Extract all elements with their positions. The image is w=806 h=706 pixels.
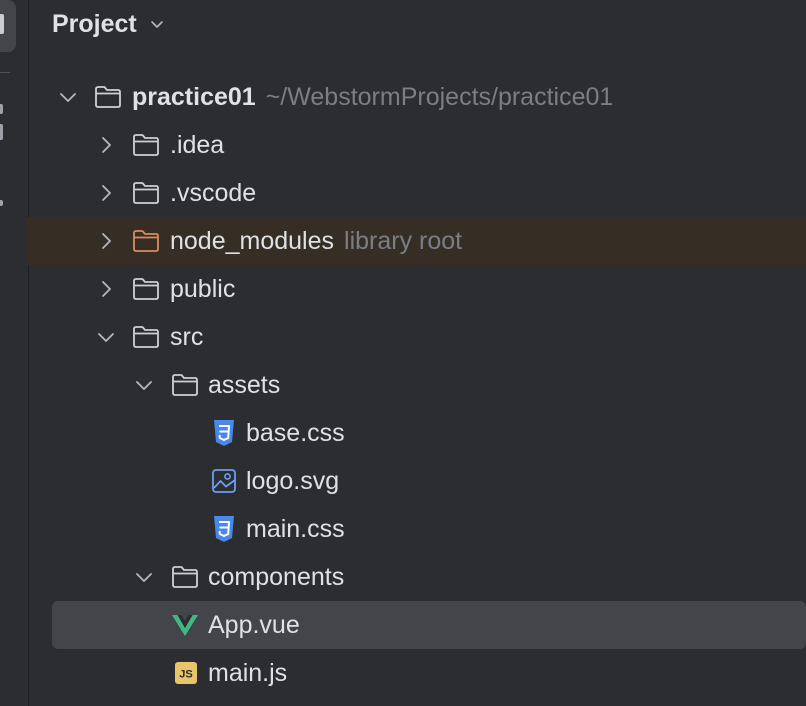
tree-item-label: .idea [170, 130, 225, 159]
chevron-down-icon[interactable] [133, 374, 155, 396]
chevron-right-icon[interactable] [95, 278, 117, 300]
tree-item-label: components [208, 562, 345, 591]
chevron-right-icon[interactable] [95, 182, 117, 204]
folder-icon [132, 275, 160, 303]
chevron-right-icon[interactable] [95, 230, 117, 252]
chevron-right-icon[interactable] [95, 134, 117, 156]
tree-row-app-vue[interactable]: App.vue [52, 601, 806, 649]
commit-tool-icon[interactable] [0, 124, 3, 140]
folder-icon [171, 371, 199, 399]
panel-title: Project [52, 9, 137, 38]
tree-row-base-css[interactable]: base.css [28, 409, 806, 457]
tree-row-idea[interactable]: .idea [28, 121, 806, 169]
more-tools-icon[interactable] [0, 200, 3, 206]
tree-item-label: main.js [208, 658, 288, 687]
tree-item-label: logo.svg [246, 466, 340, 495]
tree-item-label: practice01 [132, 82, 256, 111]
structure-tool-icon[interactable] [0, 104, 3, 114]
image-file-icon [210, 467, 238, 495]
tree-item-label: .vscode [170, 178, 257, 207]
tree-row-src[interactable]: src [28, 313, 806, 361]
tree-row-vscode[interactable]: .vscode [28, 169, 806, 217]
tree-item-label: App.vue [208, 610, 300, 639]
tree-row-main-css[interactable]: main.css [28, 505, 806, 553]
folder-icon [171, 563, 199, 591]
folder-icon [132, 131, 160, 159]
tree-row-logo-svg[interactable]: logo.svg [28, 457, 806, 505]
chevron-down-icon[interactable] [57, 86, 79, 108]
strip-separator [0, 72, 10, 73]
project-tool-icon [0, 14, 4, 34]
tree-row-assets[interactable]: assets [28, 361, 806, 409]
project-view-header[interactable]: Project [52, 8, 165, 40]
folder-icon [132, 179, 160, 207]
library-folder-icon [132, 227, 160, 255]
css-file-icon [210, 515, 238, 543]
tree-item-label: assets [208, 370, 281, 399]
tree-row-public[interactable]: public [28, 265, 806, 313]
tree-item-label: node_modules [170, 226, 335, 255]
tool-window-strip [0, 0, 29, 706]
chevron-down-icon[interactable] [149, 16, 165, 32]
chevron-down-icon[interactable] [95, 326, 117, 348]
chevron-down-icon[interactable] [133, 566, 155, 588]
js-file-icon: JS [172, 659, 200, 687]
css-file-icon [210, 419, 238, 447]
folder-icon [94, 83, 122, 111]
vue-file-icon [171, 611, 199, 639]
tree-item-label: src [170, 322, 204, 351]
tree-row-main-js[interactable]: JS main.js [28, 649, 806, 697]
tree-row-node-modules[interactable]: node_modules library root [28, 217, 806, 265]
tree-row-components[interactable]: components [28, 553, 806, 601]
svg-text:JS: JS [179, 669, 192, 681]
project-tree: practice01 ~/WebstormProjects/practice01… [28, 73, 806, 697]
tree-row-root[interactable]: practice01 ~/WebstormProjects/practice01 [28, 73, 806, 121]
tree-item-label: main.css [246, 514, 345, 543]
tree-item-path: ~/WebstormProjects/practice01 [265, 82, 614, 111]
tree-item-label: public [170, 274, 236, 303]
tree-item-hint: library root [344, 226, 463, 255]
folder-icon [132, 323, 160, 351]
tree-item-label: base.css [246, 418, 345, 447]
